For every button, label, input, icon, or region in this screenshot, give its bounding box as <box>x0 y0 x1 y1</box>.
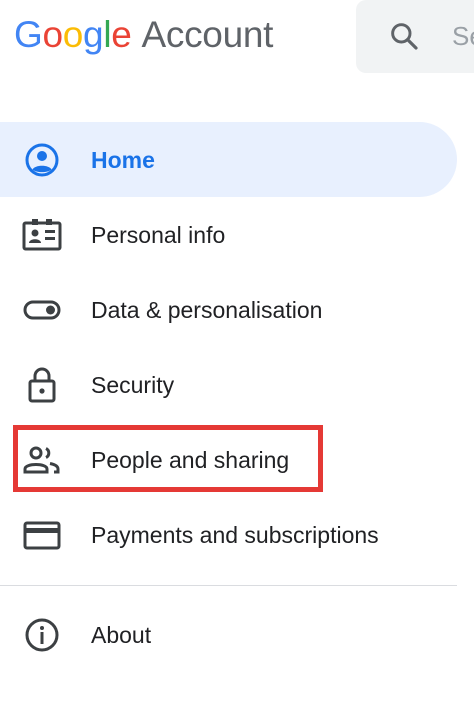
id-card-icon <box>22 219 62 251</box>
sidebar-nav: Home Personal info Data & personalisatio… <box>0 122 474 572</box>
logo-letter-o2: o <box>62 14 84 55</box>
google-account-logo[interactable]: Google Account <box>14 12 273 58</box>
logo-letter-G: G <box>14 14 43 55</box>
search-icon[interactable] <box>388 20 420 52</box>
sidebar-item-personal-info[interactable]: Personal info <box>0 197 474 272</box>
toggle-icon <box>23 300 61 320</box>
sidebar-item-home[interactable]: Home <box>0 122 474 197</box>
app-header: GoogleAccount Se <box>0 0 474 80</box>
credit-card-icon <box>23 521 61 550</box>
logo-letter-o1: o <box>42 14 63 55</box>
sidebar-item-data-personalisation[interactable]: Data & personalisation <box>0 272 474 347</box>
logo-letter-e: e <box>111 14 132 55</box>
sidebar-item-label: Home <box>91 147 155 173</box>
nav-divider <box>0 585 457 586</box>
sidebar-item-label: Security <box>91 372 175 398</box>
search-bar[interactable]: Se <box>356 0 474 73</box>
lock-icon <box>28 367 56 403</box>
active-item-background <box>0 122 457 197</box>
highlight-annotation <box>13 425 323 492</box>
sidebar-item-label: Payments and subscriptions <box>91 522 379 548</box>
sidebar-item-label: Personal info <box>91 222 226 248</box>
account-circle-icon <box>25 143 59 177</box>
sidebar-item-label: Data & personalisation <box>91 297 323 323</box>
sidebar-item-label: About <box>91 622 152 648</box>
info-icon <box>25 618 59 652</box>
sidebar-item-payments-subscriptions[interactable]: Payments and subscriptions <box>0 497 474 572</box>
sidebar-item-security[interactable]: Security <box>0 347 474 422</box>
sidebar-item-about[interactable]: About <box>0 597 474 672</box>
search-placeholder[interactable]: Se <box>452 20 474 52</box>
logo-product-name: Account <box>141 14 274 55</box>
logo-letter-g: g <box>83 14 104 55</box>
